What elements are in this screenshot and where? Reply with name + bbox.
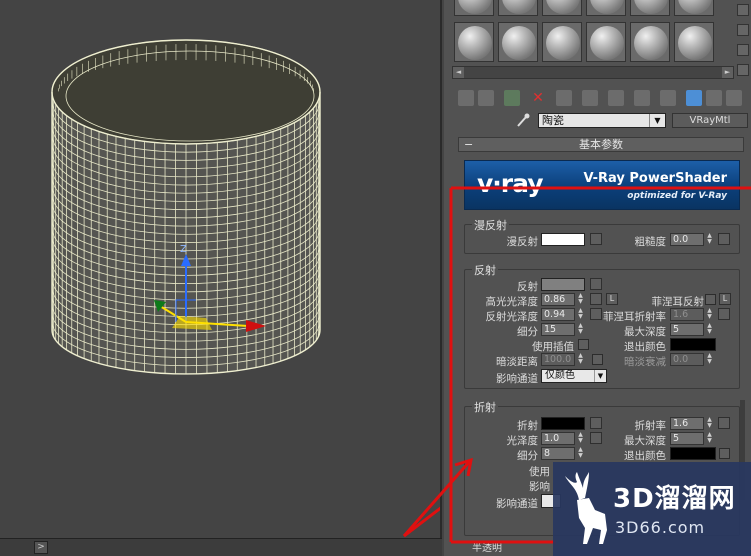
watermark: 3D溜溜网 3D66.com [553, 462, 751, 556]
watermark-url: 3D66.com [615, 518, 706, 537]
watermark-title: 3D溜溜网 [613, 484, 736, 514]
deer-logo-icon [565, 472, 607, 544]
annotation-arrowhead-icon [402, 457, 473, 537]
